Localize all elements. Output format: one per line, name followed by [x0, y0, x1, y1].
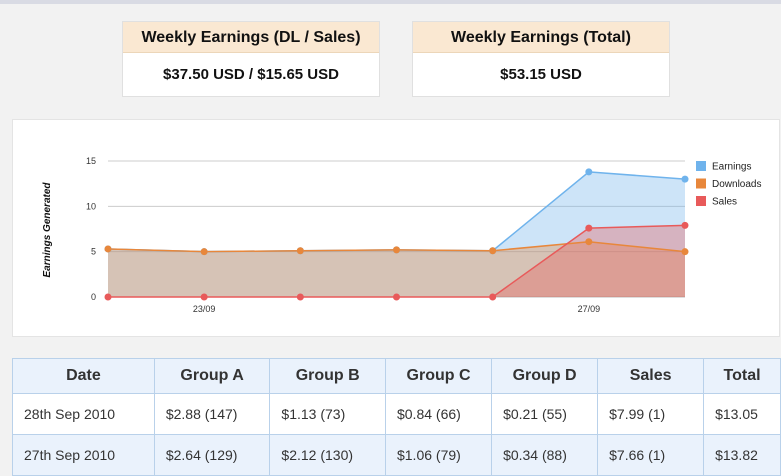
table-cell: $1.13 (73) — [269, 393, 386, 435]
downloads-point — [585, 238, 593, 246]
earnings-chart-panel: 0 5 10 15 23/09 27/09 Earnings Downloads Sales… — [12, 119, 780, 337]
column-header[interactable]: Group D — [491, 358, 599, 394]
table-cell: $2.88 (147) — [153, 393, 271, 435]
earnings-table: Date Group A Group B Group C Group D Sales Tot… — [12, 358, 781, 476]
top-border — [0, 0, 781, 4]
weekly-earnings-total-card: Weekly Earnings (Total) $53.15 USD — [412, 21, 670, 97]
sales-point — [200, 293, 208, 301]
column-header[interactable]: Total — [703, 358, 781, 394]
x-tick-label: 23/09 — [193, 304, 216, 314]
sales-point — [296, 293, 304, 301]
legend-label-earnings: Earnings — [712, 162, 751, 173]
sales-point — [681, 221, 689, 229]
y-tick-label: 0 — [91, 292, 96, 302]
card-value: $53.15 USD — [500, 66, 582, 83]
sales-point — [393, 293, 400, 301]
table-cell: $0.21 (55) — [491, 393, 599, 435]
earnings-chart: 0 5 10 15 23/09 27/09 Earnings Downloads Sales… — [42, 156, 761, 314]
earnings-point — [681, 175, 689, 183]
table-cell: 27th Sep 2010 — [12, 434, 155, 476]
sales-point — [104, 293, 112, 301]
earnings-point — [585, 168, 593, 176]
y-tick-label: 10 — [86, 201, 96, 211]
legend-swatch-downloads — [696, 178, 706, 189]
table-cell: $7.99 (1) — [597, 393, 705, 435]
legend-swatch-earnings — [696, 161, 706, 171]
downloads-point — [489, 247, 497, 255]
downloads-point — [296, 247, 304, 255]
table-row: 28th Sep 2010 $2.88 (147) $1.13 (73) $0.84 … — [12, 393, 781, 435]
table-cell: $2.12 (130) — [269, 434, 386, 476]
table-cell: $1.06 (79) — [384, 434, 493, 476]
table-cell: 28th Sep 2010 — [12, 393, 155, 435]
table-row: 27th Sep 2010 $2.64 (129) $2.12 (130) $1.06… — [12, 434, 781, 476]
weekly-earnings-dl-sales-card: Weekly Earnings (DL / Sales) $37.50 USD … — [122, 21, 380, 97]
y-tick-label: 15 — [86, 156, 96, 166]
downloads-point — [200, 248, 208, 256]
table-cell: $13.82 — [703, 434, 781, 476]
downloads-point — [393, 246, 400, 254]
legend-label-sales: Sales — [712, 197, 737, 208]
card-value: $37.50 USD / $15.65 USD — [163, 66, 339, 83]
table-cell: $7.66 (1) — [597, 434, 705, 476]
sales-point — [585, 224, 593, 232]
table-header-row: Date Group A Group B Group C Group D Sales Tot… — [12, 358, 781, 394]
downloads-point — [104, 245, 112, 253]
column-header[interactable]: Sales — [597, 358, 705, 394]
table-cell: $0.84 (66) — [384, 393, 493, 435]
legend-label-downloads: Downloads — [712, 179, 761, 190]
column-header[interactable]: Group B — [269, 358, 386, 394]
sales-point — [489, 293, 497, 301]
column-header[interactable]: Date — [12, 358, 155, 394]
downloads-point — [681, 248, 689, 256]
y-axis-title: Earnings Generated — [42, 182, 53, 278]
x-tick-label: 27/09 — [578, 304, 601, 314]
table-cell: $13.05 — [703, 393, 781, 435]
card-title: Weekly Earnings (DL / Sales) — [123, 22, 379, 53]
column-header[interactable]: Group C — [384, 358, 493, 394]
table-cell: $2.64 (129) — [153, 434, 271, 476]
y-tick-label: 5 — [91, 247, 96, 257]
legend-swatch-sales — [696, 196, 706, 206]
card-title: Weekly Earnings (Total) — [413, 22, 669, 53]
column-header[interactable]: Group A — [153, 358, 271, 394]
table-cell: $0.34 (88) — [491, 434, 599, 476]
